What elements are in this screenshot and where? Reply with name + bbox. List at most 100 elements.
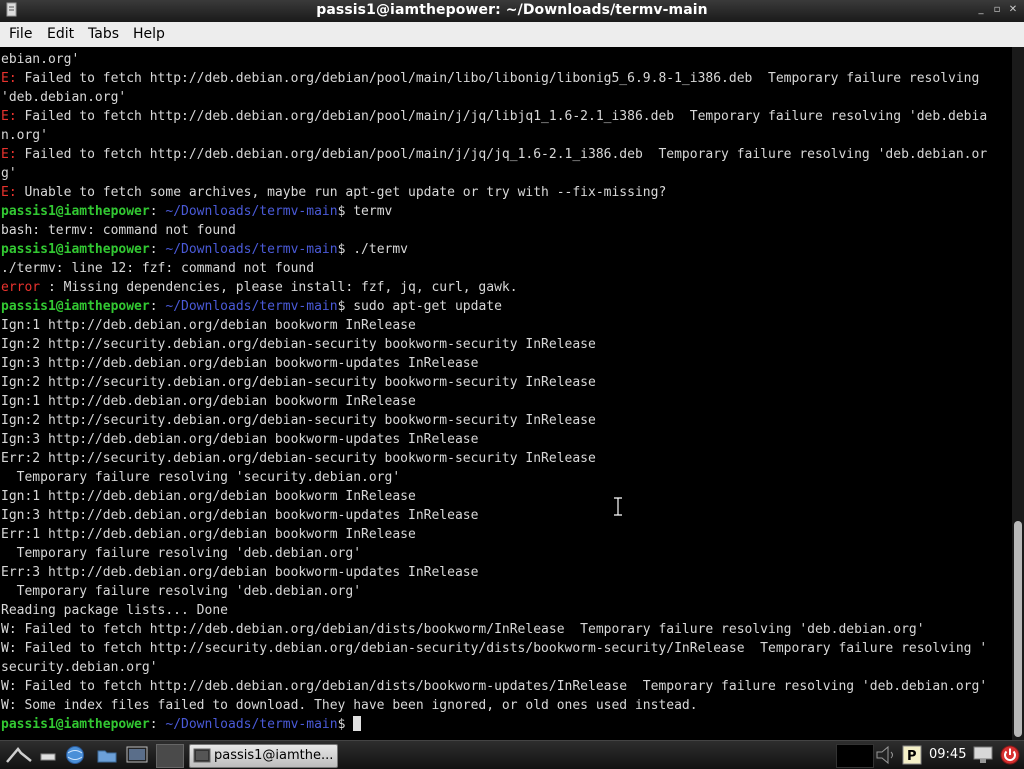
minimize-all-icon[interactable] <box>38 745 58 765</box>
terminal-line: Err:1 http://deb.debian.org/debian bookw… <box>1 525 416 544</box>
menu-edit[interactable]: Edit <box>47 26 74 42</box>
prompt-path: ~/Downloads/termv-main <box>165 242 338 257</box>
file-manager-icon[interactable] <box>96 745 118 765</box>
error-prefix: E: <box>1 71 17 86</box>
display-icon[interactable] <box>972 745 994 765</box>
line-text: $ ./termv <box>337 242 409 257</box>
power-icon[interactable] <box>1000 745 1020 765</box>
line-text: Temporary failure resolving 'security.de… <box>1 470 401 485</box>
line-text: ./termv: line 12: fzf: command not found <box>1 261 315 276</box>
line-text: Ign:2 http://security.debian.org/debian-… <box>1 413 596 428</box>
parcellite-icon[interactable]: P <box>902 745 922 765</box>
volume-icon[interactable] <box>875 745 899 765</box>
terminal-line: W: Failed to fetch http://security.debia… <box>1 639 987 658</box>
line-text: Err:1 http://deb.debian.org/debian bookw… <box>1 527 416 542</box>
terminal-line: Ign:2 http://security.debian.org/debian-… <box>1 373 596 392</box>
terminal-line: Ign:1 http://deb.debian.org/debian bookw… <box>1 392 416 411</box>
terminal-line: bash: termv: command not found <box>1 221 236 240</box>
terminal-line: ./termv: line 12: fzf: command not found <box>1 259 314 278</box>
terminal-line: Ign:1 http://deb.debian.org/debian bookw… <box>1 487 416 506</box>
error-prefix: E: <box>1 185 17 200</box>
terminal-line: passis1@iamthepower: ~/Downloads/termv-m… <box>1 297 502 316</box>
minimize-icon[interactable]: _ <box>974 3 988 17</box>
line-text: bash: termv: command not found <box>1 223 236 238</box>
title-bar[interactable]: passis1@iamthepower: ~/Downloads/termv-m… <box>0 0 1024 23</box>
terminal-line: security.debian.org' <box>1 658 158 677</box>
line-text: Ign:2 http://security.debian.org/debian-… <box>1 337 596 352</box>
line-text: : <box>149 242 166 257</box>
error-prefix: E: <box>1 109 17 124</box>
terminal-line: Ign:3 http://deb.debian.org/debian bookw… <box>1 430 478 449</box>
menu-help[interactable]: Help <box>133 26 165 42</box>
terminal-output[interactable]: ebian.org' E: Failed to fetch http://deb.… <box>0 47 1012 740</box>
line-text: : <box>149 717 166 732</box>
terminal-line: g' <box>1 164 17 183</box>
prompt-user: passis1@iamthepower <box>1 204 150 219</box>
terminal-line: E: Failed to fetch http://deb.debian.org… <box>1 69 979 88</box>
menu-launcher-icon[interactable] <box>4 745 34 765</box>
terminal-line: Temporary failure resolving 'deb.debian.… <box>1 582 361 601</box>
line-text: Temporary failure resolving 'deb.debian.… <box>1 546 362 561</box>
line-text: Failed to fetch http://deb.debian.org/de… <box>16 109 988 124</box>
terminal-line: E: Failed to fetch http://deb.debian.org… <box>1 107 987 126</box>
line-text: W: Failed to fetch http://security.debia… <box>1 641 988 656</box>
terminal-icon[interactable] <box>126 745 148 765</box>
terminal-line: W: Failed to fetch http://deb.debian.org… <box>1 620 925 639</box>
line-text: : Missing dependencies, please install: … <box>40 280 518 295</box>
line-text: security.debian.org' <box>1 660 158 675</box>
terminal-line: Ign:1 http://deb.debian.org/debian bookw… <box>1 316 416 335</box>
error-prefix: error <box>1 280 41 295</box>
scrollbar-thumb[interactable] <box>1014 521 1022 737</box>
menu-file[interactable]: File <box>9 26 32 42</box>
line-text: Temporary failure resolving 'deb.debian.… <box>1 584 362 599</box>
taskbar-window-label: passis1@iamthe... <box>214 748 334 763</box>
line-text: Reading package lists... Done <box>1 603 228 618</box>
line-text: Ign:1 http://deb.debian.org/debian bookw… <box>1 318 416 333</box>
terminal-line: passis1@iamthepower: ~/Downloads/termv-m… <box>1 202 392 221</box>
terminal-line: W: Failed to fetch http://deb.debian.org… <box>1 677 987 696</box>
terminal-line: 'deb.debian.org' <box>1 88 126 107</box>
terminal-line: Temporary failure resolving 'security.de… <box>1 468 401 487</box>
line-text: Err:2 http://security.debian.org/debian-… <box>1 451 596 466</box>
terminal-line: Temporary failure resolving 'deb.debian.… <box>1 544 361 563</box>
terminal-line: Reading package lists... Done <box>1 601 228 620</box>
prompt-user: passis1@iamthepower <box>1 717 150 732</box>
clock[interactable]: 09:45 <box>929 747 966 762</box>
line-text: 'deb.debian.org' <box>1 90 127 105</box>
line-text: Unable to fetch some archives, maybe run… <box>16 185 667 200</box>
terminal-line: n.org' <box>1 126 48 145</box>
line-text: : <box>149 299 166 314</box>
prompt-path: ~/Downloads/termv-main <box>165 299 338 314</box>
line-text: W: Failed to fetch http://deb.debian.org… <box>1 679 988 694</box>
error-prefix: E: <box>1 147 17 162</box>
maximize-icon[interactable]: ▫ <box>990 3 1004 17</box>
line-text: Failed to fetch http://deb.debian.org/de… <box>16 147 988 162</box>
terminal-line: ebian.org' <box>1 50 79 69</box>
terminal-line: passis1@iamthepower: ~/Downloads/termv-m… <box>1 240 408 259</box>
prompt-path: ~/Downloads/termv-main <box>165 717 338 732</box>
prompt-user: passis1@iamthepower <box>1 242 150 257</box>
prompt-user: passis1@iamthepower <box>1 299 150 314</box>
line-text: Ign:1 http://deb.debian.org/debian bookw… <box>1 394 416 409</box>
terminal-line: Err:3 http://deb.debian.org/debian bookw… <box>1 563 478 582</box>
terminal-window-icon <box>193 748 211 763</box>
line-text: W: Failed to fetch http://deb.debian.org… <box>1 622 925 637</box>
line-text: n.org' <box>1 128 48 143</box>
line-text: Ign:3 http://deb.debian.org/debian bookw… <box>1 356 479 371</box>
mouse-ibeam-icon <box>614 497 622 516</box>
line-text: : <box>149 204 166 219</box>
menu-tabs[interactable]: Tabs <box>88 26 119 42</box>
terminal-scrollbar[interactable] <box>1012 47 1024 740</box>
menu-bar: File Edit Tabs Help <box>0 22 1024 48</box>
browser-icon[interactable] <box>64 745 86 765</box>
terminal-line: passis1@iamthepower: ~/Downloads/termv-m… <box>1 715 362 734</box>
terminal-line: Ign:2 http://security.debian.org/debian-… <box>1 411 596 430</box>
terminal-line: Ign:3 http://deb.debian.org/debian bookw… <box>1 354 478 373</box>
line-text: Ign:3 http://deb.debian.org/debian bookw… <box>1 432 479 447</box>
taskbar-black-box <box>836 744 874 768</box>
close-icon[interactable]: ✕ <box>1006 3 1020 17</box>
taskbar: passis1@iamthe... P 09:45 <box>0 740 1024 769</box>
line-text: Failed to fetch http://deb.debian.org/de… <box>16 71 980 86</box>
line-text: $ termv <box>337 204 393 219</box>
taskbar-window-button[interactable]: passis1@iamthe... <box>189 744 338 768</box>
